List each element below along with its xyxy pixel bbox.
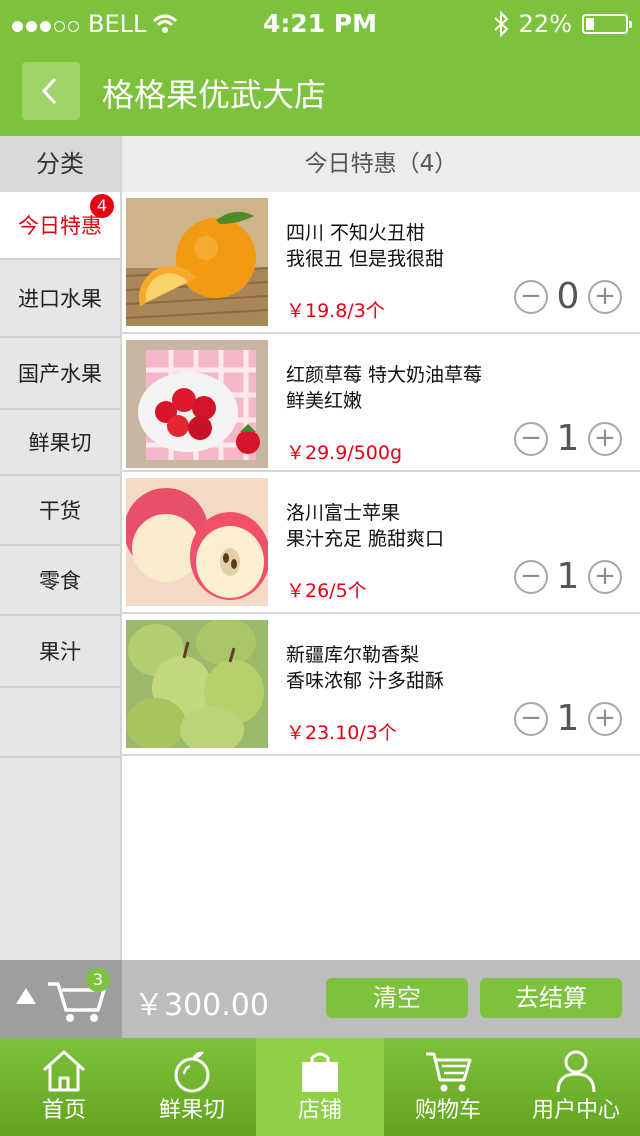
sidebar-header: 分类: [0, 136, 120, 192]
product-price: ￥26/5个: [286, 580, 367, 602]
apple-image: [126, 478, 268, 606]
product-subtitle: 我很丑 但是我很甜: [286, 248, 445, 270]
category-imported-fruit[interactable]: 进口水果: [0, 260, 120, 338]
pear-image: [126, 620, 268, 748]
product-title: 洛川富士苹果: [286, 502, 401, 524]
fruit-icon: [174, 1051, 210, 1093]
cart-icon: [426, 1052, 472, 1092]
product-name: 四川 不知火丑柑 我很丑 但是我很甜: [286, 220, 546, 272]
category-label: 今日特惠: [18, 214, 102, 238]
bluetooth-icon: [493, 11, 509, 37]
quantity-value: 0: [556, 276, 580, 317]
orange-image: [126, 198, 268, 326]
nav-bar: 格格果优武大店: [0, 48, 640, 136]
product-item[interactable]: 新疆库尔勒香梨 香味浓郁 汁多甜酥 ￥23.10/3个 − 1 +: [122, 614, 640, 756]
tab-label: 首页: [41, 1098, 86, 1123]
tab-label: 鲜果切: [158, 1098, 225, 1123]
tab-cart[interactable]: 购物车: [384, 1038, 512, 1136]
product-name: 新疆库尔勒香梨 香味浓郁 汁多甜酥: [286, 642, 546, 694]
quantity-stepper: − 1 +: [514, 698, 622, 739]
category-label: 干货: [39, 499, 81, 523]
battery-percent: 22%: [518, 10, 572, 38]
category-label: 零食: [39, 569, 81, 593]
cart-total: ￥300.00: [134, 988, 269, 1023]
minus-button[interactable]: −: [514, 279, 548, 314]
category-label: 进口水果: [18, 287, 102, 311]
category-count-badge: 4: [90, 194, 114, 218]
quantity-stepper: − 1 +: [514, 418, 622, 459]
minus-button[interactable]: −: [514, 701, 548, 736]
product-title: 四川 不知火丑柑: [286, 222, 426, 244]
product-title: 新疆库尔勒香梨: [286, 644, 420, 666]
shop-bag-icon: [302, 1052, 338, 1092]
status-right: 22%: [493, 10, 632, 38]
checkout-button[interactable]: 去结算: [480, 978, 622, 1018]
product-subtitle: 香味浓郁 汁多甜酥: [286, 670, 445, 692]
category-sidebar: 分类 今日特惠 4 进口水果 国产水果 鲜果切 干货 零食 果汁: [0, 136, 122, 960]
cart-toggle[interactable]: 3: [0, 960, 122, 1038]
tab-fresh-cut[interactable]: 鲜果切: [128, 1038, 256, 1136]
user-icon: [556, 1050, 596, 1093]
product-item[interactable]: 洛川富士苹果 果汁充足 脆甜爽口 ￥26/5个 − 1 +: [122, 472, 640, 614]
section-header: 今日特惠（4）: [122, 136, 640, 192]
plus-button[interactable]: +: [588, 701, 622, 736]
category-label: 果汁: [39, 640, 81, 664]
product-price: ￥29.9/500g: [286, 442, 403, 464]
plus-button[interactable]: +: [588, 559, 622, 594]
home-icon: [42, 1050, 86, 1092]
status-bar: BELL 4:21 PM 22%: [0, 0, 640, 48]
back-button[interactable]: [22, 62, 80, 120]
product-item[interactable]: 四川 不知火丑柑 我很丑 但是我很甜 ￥19.8/3个 − 0 +: [122, 192, 640, 334]
category-empty-slot: [0, 688, 120, 758]
tab-home[interactable]: 首页: [0, 1038, 128, 1136]
battery-icon: [582, 14, 632, 34]
page-title: 格格果优武大店: [102, 76, 327, 114]
clear-cart-button[interactable]: 清空: [326, 978, 468, 1018]
product-name: 洛川富士苹果 果汁充足 脆甜爽口: [286, 500, 546, 552]
product-item[interactable]: 红颜草莓 特大奶油草莓 鲜美红嫩 ￥29.9/500g − 1 +: [122, 334, 640, 472]
plus-button[interactable]: +: [588, 279, 622, 314]
quantity-stepper: − 1 +: [514, 556, 622, 597]
tab-label: 店铺: [297, 1098, 342, 1123]
quantity-stepper: − 0 +: [514, 276, 622, 317]
category-today-deals[interactable]: 今日特惠 4: [0, 192, 120, 260]
category-domestic-fruit[interactable]: 国产水果: [0, 338, 120, 410]
product-price: ￥23.10/3个: [286, 722, 397, 744]
product-title: 红颜草莓 特大奶油草莓: [286, 364, 483, 386]
expand-up-icon[interactable]: [16, 988, 36, 1004]
tab-label: 用户中心: [531, 1098, 620, 1123]
category-snacks[interactable]: 零食: [0, 546, 120, 616]
product-subtitle: 鲜美红嫩: [286, 390, 363, 412]
product-price: ￥19.8/3个: [286, 300, 385, 322]
plus-button[interactable]: +: [588, 421, 622, 456]
category-label: 国产水果: [18, 362, 102, 386]
chevron-left-icon: [41, 77, 57, 105]
cart-count-badge: 3: [86, 968, 110, 992]
strawberry-image: [126, 340, 268, 468]
product-subtitle: 果汁充足 脆甜爽口: [286, 528, 445, 550]
product-list: 四川 不知火丑柑 我很丑 但是我很甜 ￥19.8/3个 − 0 + 红颜草莓 特…: [122, 192, 640, 756]
quantity-value: 1: [556, 556, 580, 597]
cart-summary-bar: 3 ￥300.00 清空 去结算: [0, 960, 640, 1038]
tab-label: 购物车: [414, 1098, 481, 1123]
minus-button[interactable]: −: [514, 559, 548, 594]
product-name: 红颜草莓 特大奶油草莓 鲜美红嫩: [286, 362, 546, 414]
minus-button[interactable]: −: [514, 421, 548, 456]
tab-user-center[interactable]: 用户中心: [512, 1038, 640, 1136]
quantity-value: 1: [556, 698, 580, 739]
category-label: 鲜果切: [28, 431, 92, 455]
bottom-tab-bar: 首页 鲜果切 店铺 购物车 用户中心: [0, 1038, 640, 1136]
category-dried-goods[interactable]: 干货: [0, 476, 120, 546]
tab-shop[interactable]: 店铺: [256, 1038, 384, 1136]
category-juice[interactable]: 果汁: [0, 616, 120, 688]
category-fresh-cut[interactable]: 鲜果切: [0, 410, 120, 476]
quantity-value: 1: [556, 418, 580, 459]
